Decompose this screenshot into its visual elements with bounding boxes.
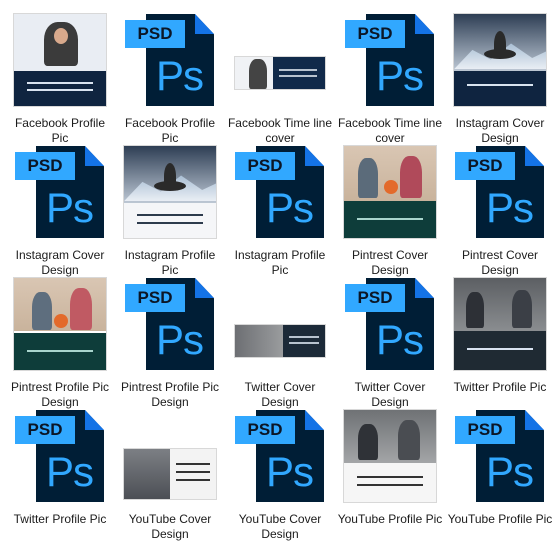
psd-file-icon: PSD Ps — [335, 10, 445, 110]
file-item[interactable]: YouTube Profile Pic — [335, 406, 445, 538]
file-item[interactable]: PSD Ps Pintrest Profile Pic Design — [115, 274, 225, 409]
image-thumbnail — [5, 274, 115, 374]
file-name: YouTube Profile Pic — [447, 512, 553, 526]
image-thumbnail — [115, 142, 225, 242]
psd-file-icon: PSD Ps — [225, 406, 335, 506]
file-item[interactable]: PSD Ps Pintrest Cover Design — [445, 142, 555, 277]
psd-file-icon: PSD Ps — [445, 142, 555, 242]
image-thumbnail — [115, 446, 225, 502]
file-item[interactable]: PSD Ps Facebook Profile Pic — [115, 10, 225, 145]
file-item[interactable]: PSD Ps YouTube Cover Design — [225, 406, 335, 541]
psd-file-icon: PSD Ps — [335, 274, 445, 374]
file-name: YouTube Cover Design — [238, 512, 322, 541]
file-item[interactable]: YouTube Cover Design — [115, 406, 225, 541]
file-item[interactable]: PSD Ps Instagram Profile Pic — [225, 142, 335, 277]
file-item[interactable]: PSD Ps Facebook Time line cover — [335, 10, 445, 145]
image-thumbnail — [225, 38, 335, 108]
file-grid: Facebook Profile Pic PSD Ps Facebook Prof… — [0, 0, 560, 544]
file-name: YouTube Profile Pic — [337, 512, 443, 526]
image-thumbnail — [445, 274, 555, 374]
image-thumbnail — [445, 10, 555, 110]
file-name: Twitter Profile Pic — [453, 380, 547, 394]
file-item[interactable]: PSD Ps YouTube Profile Pic — [445, 406, 555, 538]
psd-file-icon: PSD Ps — [115, 10, 225, 110]
file-item[interactable]: Twitter Cover Design — [225, 274, 335, 409]
file-item[interactable]: Facebook Profile Pic — [5, 10, 115, 145]
psd-file-icon: PSD Ps — [115, 274, 225, 374]
file-name: YouTube Cover Design — [128, 512, 212, 541]
image-thumbnail — [5, 10, 115, 110]
psd-file-icon: PSD Ps — [5, 406, 115, 506]
file-item[interactable]: PSD Ps Instagram Cover Design — [5, 142, 115, 277]
psd-file-icon: PSD Ps — [445, 406, 555, 506]
file-item[interactable]: Twitter Profile Pic — [445, 274, 555, 406]
psd-file-icon: PSD Ps — [5, 142, 115, 242]
file-item[interactable]: PSD Ps Twitter Cover Design — [335, 274, 445, 409]
image-thumbnail — [225, 310, 335, 372]
file-item[interactable]: Pintrest Cover Design — [335, 142, 445, 277]
file-name: Twitter Profile Pic — [13, 512, 107, 526]
file-item[interactable]: Instagram Cover Design — [445, 10, 555, 145]
file-item[interactable]: PSD Ps Twitter Profile Pic — [5, 406, 115, 538]
psd-file-icon: PSD Ps — [225, 142, 335, 242]
image-thumbnail — [335, 406, 445, 506]
file-item[interactable]: Facebook Time line cover — [225, 10, 335, 145]
file-item[interactable]: Pintrest Profile Pic Design — [5, 274, 115, 409]
file-item[interactable]: Instagram Profile Pic — [115, 142, 225, 277]
image-thumbnail — [335, 142, 445, 242]
